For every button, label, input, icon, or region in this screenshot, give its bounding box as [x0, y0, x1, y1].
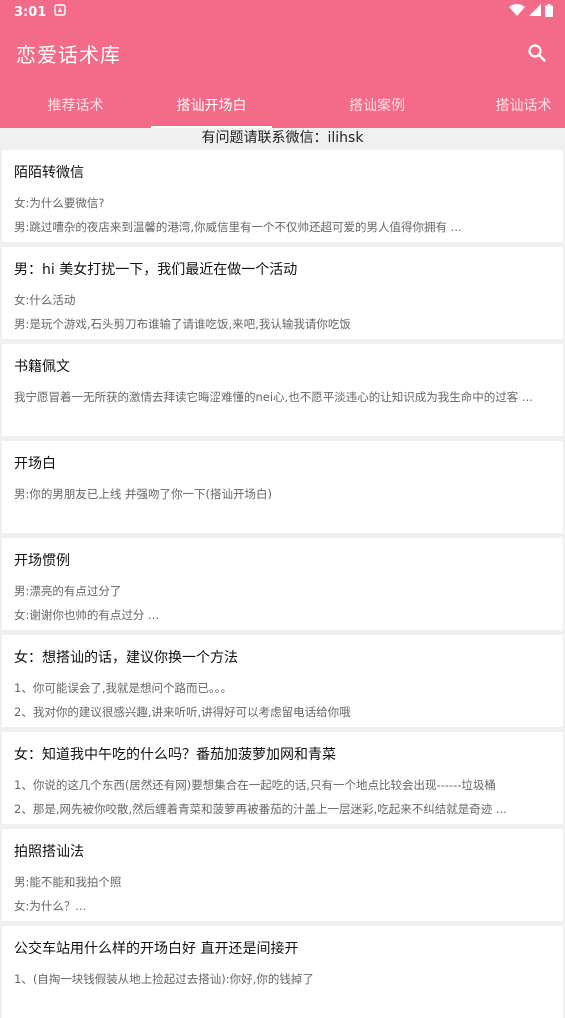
wifi-icon: [509, 4, 525, 20]
card-line: 2、我对你的建议很感兴趣,讲来听听,讲得好可以考虑留电话给你哦: [14, 705, 351, 719]
card-title: 开场白: [14, 456, 56, 472]
card-line: 1、你可能误会了,我就是想问个路而已。。。: [14, 681, 232, 695]
list-item[interactable]: 陌陌转微信 女:为什么要微信? 男:跳过嘈杂的夜店来到温馨的港湾,你威信里有一个…: [2, 150, 563, 242]
card-line: 1、你说的这几个东西(居然还有网)要想集合在一起吃的话,只有一个地点比较会出现-…: [14, 778, 496, 792]
card-title: 公交车站用什么样的开场白好 直开还是间接开: [14, 941, 299, 957]
status-bar: 3:01: [0, 0, 565, 24]
list-item[interactable]: 书籍佩文 我宁愿冒着一无所获的激情去拜读它晦涩难懂的nei心,也不愿平淡违心的让…: [2, 344, 563, 436]
list-item[interactable]: 女：知道我中午吃的什么吗？番茄加菠萝加网和青菜 1、你说的这几个东西(居然还有网…: [2, 732, 563, 824]
tab-label: 搭讪案例: [349, 98, 405, 114]
card-line: 女:为什么要微信?: [14, 196, 105, 210]
card-title: 开场惯例: [14, 553, 70, 569]
card-line: 我宁愿冒着一无所获的激情去拜读它晦涩难懂的nei心,也不愿平淡违心的让知识成为我…: [14, 390, 533, 404]
battery-icon: [545, 3, 553, 21]
card-line: 2、那是,网先被你咬散,然后缠着青菜和菠萝再被番茄的汁盖上一层迷彩,吃起来不纠结…: [14, 802, 507, 816]
list-item[interactable]: 开场惯例 男:漂亮的有点过分了 女:谢谢你也帅的有点过分 ...: [2, 538, 563, 630]
card-title: 女：想搭讪的话，建议你换一个方法: [14, 650, 238, 666]
tab-recommended[interactable]: 推荐话术: [0, 82, 151, 128]
card-title: 女：知道我中午吃的什么吗？番茄加菠萝加网和青菜: [14, 747, 336, 763]
card-line: 女:什么活动: [14, 293, 76, 307]
tab-opening-lines[interactable]: 搭讪开场白: [151, 82, 272, 128]
card-line: 男:跳过嘈杂的夜店来到温馨的港湾,你威信里有一个不仅帅还超可爱的男人值得你拥有 …: [14, 220, 462, 234]
tab-scripts[interactable]: 搭讪话术: [482, 82, 565, 128]
app-bar: 恋爱话术库: [0, 24, 565, 82]
card-line: 男:你的男朋友已上线 并强吻了你一下(搭讪开场白): [14, 487, 273, 501]
tab-bar: 推荐话术 搭讪开场白 搭讪案例 搭讪话术: [0, 82, 565, 128]
tab-label: 搭讪话术: [495, 98, 552, 114]
list-item[interactable]: 开场白 男:你的男朋友已上线 并强吻了你一下(搭讪开场白): [2, 441, 563, 533]
card-line: 女:为什么？...: [14, 899, 87, 913]
card-line: 男:能不能和我拍个照: [14, 875, 122, 889]
app-title: 恋爱话术库: [16, 42, 121, 67]
tab-label: 推荐话术: [47, 98, 104, 114]
list-item[interactable]: 公交车站用什么样的开场白好 直开还是间接开 1、(自掏一块钱假装从地上捡起过去搭…: [2, 926, 563, 1018]
card-title: 陌陌转微信: [14, 165, 84, 181]
search-icon[interactable]: [525, 41, 549, 65]
signal-icon: [529, 4, 541, 20]
card-title: 男：hi 美女打扰一下，我们最近在做一个活动: [14, 262, 298, 278]
card-title: 书籍佩文: [14, 359, 70, 375]
card-list: 陌陌转微信 女:为什么要微信? 男:跳过嘈杂的夜店来到温馨的港湾,你威信里有一个…: [0, 150, 565, 1018]
tab-cases[interactable]: 搭讪案例: [272, 82, 482, 128]
list-item[interactable]: 拍照搭讪法 男:能不能和我拍个照 女:为什么？...: [2, 829, 563, 921]
contact-notice: 有问题请联系微信：ilihsk: [0, 128, 565, 148]
card-line: 1、(自掏一块钱假装从地上捡起过去搭讪):你好,你的钱掉了: [14, 972, 314, 986]
notification-icon: [54, 4, 67, 20]
tab-label: 搭讪开场白: [176, 98, 247, 114]
card-line: 男:漂亮的有点过分了: [14, 584, 122, 598]
card-line: 女:谢谢你也帅的有点过分 ...: [14, 608, 159, 622]
card-title: 拍照搭讪法: [14, 844, 84, 860]
status-time: 3:01: [14, 4, 47, 20]
card-line: 男:是玩个游戏,石头剪刀布谁输了请谁吃饭,来吧,我认输我请你吃饭: [14, 317, 351, 331]
list-item[interactable]: 女：想搭讪的话，建议你换一个方法 1、你可能误会了,我就是想问个路而已。。。 2…: [2, 635, 563, 727]
list-item[interactable]: 男：hi 美女打扰一下，我们最近在做一个活动 女:什么活动 男:是玩个游戏,石头…: [2, 247, 563, 339]
